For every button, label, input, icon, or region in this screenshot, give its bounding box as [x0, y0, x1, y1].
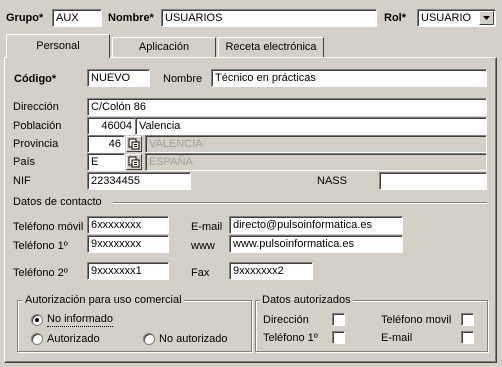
poblacion-label: Población: [13, 120, 62, 132]
telefono2-label: Teléfono 2º: [13, 267, 68, 279]
poblacion-input[interactable]: Valencia: [135, 117, 487, 135]
poblacion-cp-input[interactable]: 46004: [87, 117, 136, 135]
nombre-header-label: Nombre*: [108, 12, 154, 24]
chevron-down-icon[interactable]: [479, 11, 494, 25]
telefono1-label: Teléfono 1º: [13, 240, 68, 252]
telefono-movil-label: Teléfono móvil: [13, 221, 84, 233]
nombre-input[interactable]: Técnico en prácticas: [211, 69, 487, 87]
lookup-icon[interactable]: [126, 154, 142, 170]
chk-email-label: E-mail: [381, 332, 413, 344]
autorizacion-title: Autorización para uso comercial: [23, 293, 184, 307]
email-input[interactable]: directo@pulsoinformatica.es: [229, 216, 403, 234]
tab-receta-electronica[interactable]: Receta electrónica: [218, 37, 324, 58]
telefono2-input[interactable]: 9xxxxxxx1: [87, 262, 169, 280]
datos-autorizados-title: Datos autorizados: [260, 293, 353, 307]
pais-code-input[interactable]: E: [87, 153, 125, 171]
pais-name-field: ESPAÑA: [145, 153, 487, 171]
radio-autorizado-label[interactable]: Autorizado: [47, 332, 100, 346]
direccion-input[interactable]: C/Colón 86: [87, 98, 487, 116]
tab-personal[interactable]: Personal: [6, 34, 110, 58]
codigo-label: Código*: [14, 73, 57, 85]
grupo-input[interactable]: AUX: [52, 9, 102, 27]
direccion-label: Dirección: [13, 101, 59, 113]
nif-label: NIF: [13, 175, 31, 187]
chk-direccion-label: Dirección: [263, 314, 309, 326]
provincia-label: Provincia: [13, 138, 59, 150]
www-label: www: [191, 240, 215, 252]
provincia-code-input[interactable]: 46: [87, 135, 125, 153]
lookup-icon[interactable]: [126, 136, 142, 152]
radio-no-informado[interactable]: [31, 314, 43, 326]
nass-input[interactable]: [379, 172, 487, 190]
chk-direccion[interactable]: [332, 313, 345, 326]
nombre-header-input[interactable]: USUARIOS: [161, 9, 377, 27]
radio-no-autorizado-label[interactable]: No autorizado: [159, 332, 228, 346]
radio-selected-dot: [35, 318, 39, 322]
chk-telefono-movil[interactable]: [461, 313, 474, 326]
chk-telefono1[interactable]: [332, 331, 345, 344]
pais-label: País: [13, 156, 36, 168]
datos-contacto-label: Datos de contacto: [13, 196, 102, 208]
nif-input[interactable]: 22334455: [87, 172, 191, 190]
rol-label: Rol*: [384, 12, 406, 24]
fax-input[interactable]: 9xxxxxxx2: [229, 262, 313, 280]
telefono1-input[interactable]: 9xxxxxxxx: [87, 235, 169, 253]
rol-select-value: USUARIO: [421, 12, 472, 24]
tab-aplicacion[interactable]: Aplicación: [112, 37, 216, 58]
section-divider: [113, 202, 487, 204]
chk-email[interactable]: [461, 331, 474, 344]
provincia-name-field: VALENCIA: [145, 135, 487, 153]
www-input[interactable]: www.pulsoinformatica.es: [229, 235, 403, 253]
telefono-movil-input[interactable]: 6xxxxxxxx: [87, 216, 169, 234]
codigo-input[interactable]: NUEVO: [87, 69, 150, 87]
nass-label: NASS: [317, 175, 347, 187]
nombre-label: Nombre: [163, 73, 203, 85]
chk-telefono-movil-label: Teléfono movil: [381, 314, 452, 326]
chk-telefono1-label: Teléfono 1º: [263, 332, 318, 344]
fax-label: Fax: [191, 267, 210, 279]
rol-select[interactable]: USUARIO: [417, 9, 496, 27]
email-label: E-mail: [191, 221, 223, 233]
radio-autorizado[interactable]: [31, 333, 43, 345]
grupo-label: Grupo*: [6, 12, 44, 24]
radio-no-autorizado[interactable]: [143, 333, 155, 345]
radio-no-informado-label[interactable]: No informado: [47, 313, 114, 327]
